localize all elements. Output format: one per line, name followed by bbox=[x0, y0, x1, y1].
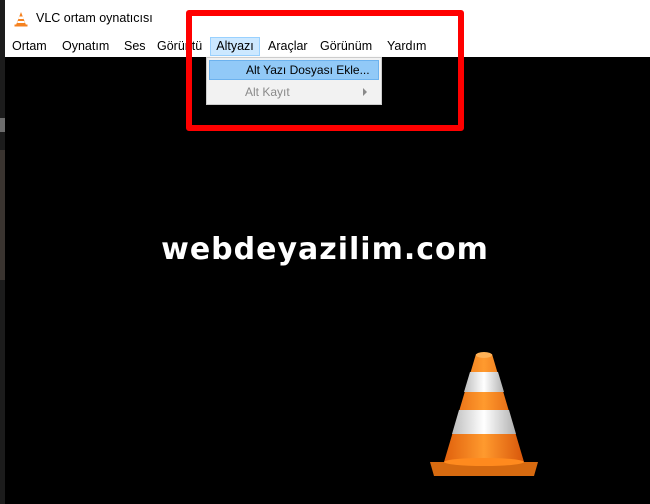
watermark-text: webdeyazilim.com bbox=[161, 232, 489, 267]
vlc-cone-icon bbox=[14, 12, 28, 27]
highlight-annotation-frame bbox=[186, 10, 464, 131]
menu-ortam[interactable]: Ortam bbox=[8, 37, 51, 56]
menu-oynatim[interactable]: Oynatım bbox=[58, 37, 113, 56]
vlc-window: VLC ortam oynatıcısı Ortam Oynatım Ses G… bbox=[5, 0, 650, 504]
window-title: VLC ortam oynatıcısı bbox=[36, 11, 153, 25]
menu-ses[interactable]: Ses bbox=[120, 37, 150, 56]
vlc-cone-logo bbox=[430, 352, 538, 476]
